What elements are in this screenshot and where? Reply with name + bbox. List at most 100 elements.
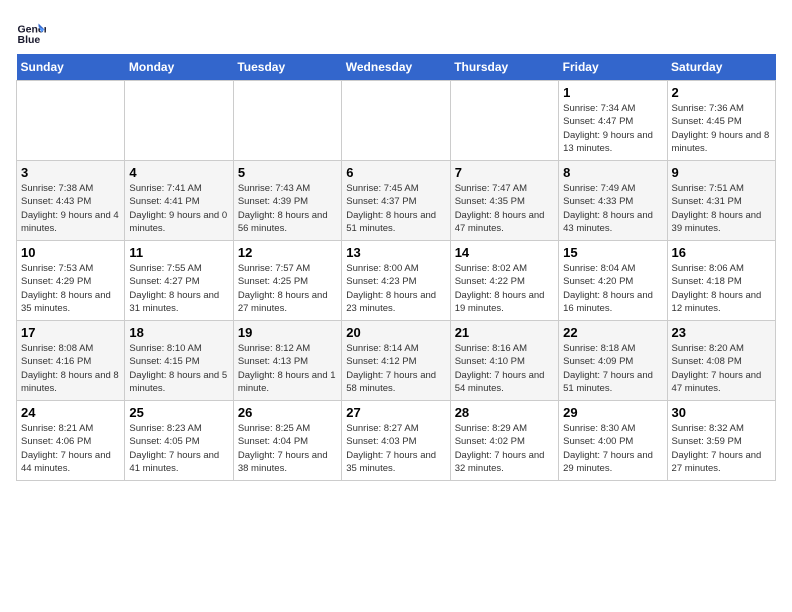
day-number: 28 [455,405,554,420]
day-info: Sunrise: 8:18 AM Sunset: 4:09 PM Dayligh… [563,342,662,395]
day-number: 18 [129,325,228,340]
column-header-friday: Friday [559,54,667,81]
day-number: 16 [672,245,771,260]
day-info: Sunrise: 8:30 AM Sunset: 4:00 PM Dayligh… [563,422,662,475]
day-cell: 11 Sunrise: 7:55 AM Sunset: 4:27 PM Dayli… [125,241,233,321]
day-number: 3 [21,165,120,180]
day-cell: 4Sunrise: 7:41 AM Sunset: 4:41 PM Daylig… [125,161,233,241]
day-cell: 8 Sunrise: 7:49 AM Sunset: 4:33 PM Daylig… [559,161,667,241]
day-cell: 29 Sunrise: 8:30 AM Sunset: 4:00 PM Dayli… [559,401,667,481]
day-cell: 10 Sunrise: 7:53 AM Sunset: 4:29 PM Dayli… [17,241,125,321]
day-number: 30 [672,405,771,420]
day-info: Sunrise: 8:21 AM Sunset: 4:06 PM Dayligh… [21,422,120,475]
week-row-3: 10 Sunrise: 7:53 AM Sunset: 4:29 PM Dayli… [17,241,776,321]
column-header-tuesday: Tuesday [233,54,341,81]
day-number: 29 [563,405,662,420]
day-cell: 19 Sunrise: 8:12 AM Sunset: 4:13 PM Dayli… [233,321,341,401]
day-cell [17,81,125,161]
day-number: 9 [672,165,771,180]
day-number: 14 [455,245,554,260]
day-info: Sunrise: 8:27 AM Sunset: 4:03 PM Dayligh… [346,422,445,475]
day-number: 2 [672,85,771,100]
day-number: 23 [672,325,771,340]
day-cell: 12 Sunrise: 7:57 AM Sunset: 4:25 PM Dayli… [233,241,341,321]
day-cell: 22 Sunrise: 8:18 AM Sunset: 4:09 PM Dayli… [559,321,667,401]
day-cell: 26 Sunrise: 8:25 AM Sunset: 4:04 PM Dayli… [233,401,341,481]
day-cell: 7 Sunrise: 7:47 AM Sunset: 4:35 PM Daylig… [450,161,558,241]
day-info: Sunrise: 8:04 AM Sunset: 4:20 PM Dayligh… [563,262,662,315]
logo-icon: General Blue [16,16,46,46]
day-cell: 9Sunrise: 7:51 AM Sunset: 4:31 PM Daylig… [667,161,775,241]
week-row-5: 24Sunrise: 8:21 AM Sunset: 4:06 PM Dayli… [17,401,776,481]
day-cell: 27 Sunrise: 8:27 AM Sunset: 4:03 PM Dayli… [342,401,450,481]
day-info: Sunrise: 8:20 AM Sunset: 4:08 PM Dayligh… [672,342,771,395]
day-info: Sunrise: 8:32 AM Sunset: 3:59 PM Dayligh… [672,422,771,475]
day-cell: 6Sunrise: 7:45 AM Sunset: 4:37 PM Daylig… [342,161,450,241]
day-number: 11 [129,245,228,260]
day-number: 21 [455,325,554,340]
day-cell [342,81,450,161]
column-header-saturday: Saturday [667,54,775,81]
logo: General Blue [16,16,50,46]
column-header-thursday: Thursday [450,54,558,81]
day-number: 22 [563,325,662,340]
day-info: Sunrise: 8:02 AM Sunset: 4:22 PM Dayligh… [455,262,554,315]
calendar-table: SundayMondayTuesdayWednesdayThursdayFrid… [16,54,776,481]
day-cell: 2 Sunrise: 7:36 AM Sunset: 4:45 PM Daylig… [667,81,775,161]
day-cell: 23 Sunrise: 8:20 AM Sunset: 4:08 PM Dayli… [667,321,775,401]
column-header-monday: Monday [125,54,233,81]
day-number: 7 [455,165,554,180]
day-number: 17 [21,325,120,340]
day-number: 13 [346,245,445,260]
day-cell [450,81,558,161]
day-number: 27 [346,405,445,420]
day-info: Sunrise: 7:55 AM Sunset: 4:27 PM Dayligh… [129,262,228,315]
day-info: Sunrise: 8:14 AM Sunset: 4:12 PM Dayligh… [346,342,445,395]
day-info: Sunrise: 7:47 AM Sunset: 4:35 PM Dayligh… [455,182,554,235]
svg-text:Blue: Blue [18,34,41,46]
day-info: Sunrise: 7:57 AM Sunset: 4:25 PM Dayligh… [238,262,337,315]
day-number: 20 [346,325,445,340]
page-header: General Blue [16,16,776,46]
day-cell: 24Sunrise: 8:21 AM Sunset: 4:06 PM Dayli… [17,401,125,481]
day-number: 5 [238,165,337,180]
day-info: Sunrise: 7:38 AM Sunset: 4:43 PM Dayligh… [21,182,120,235]
column-header-sunday: Sunday [17,54,125,81]
day-cell: 1 Sunrise: 7:34 AM Sunset: 4:47 PM Daylig… [559,81,667,161]
day-info: Sunrise: 7:36 AM Sunset: 4:45 PM Dayligh… [672,102,771,155]
day-info: Sunrise: 8:08 AM Sunset: 4:16 PM Dayligh… [21,342,120,395]
day-info: Sunrise: 7:43 AM Sunset: 4:39 PM Dayligh… [238,182,337,235]
week-row-1: 1 Sunrise: 7:34 AM Sunset: 4:47 PM Daylig… [17,81,776,161]
day-info: Sunrise: 8:25 AM Sunset: 4:04 PM Dayligh… [238,422,337,475]
day-info: Sunrise: 8:12 AM Sunset: 4:13 PM Dayligh… [238,342,337,395]
day-cell: 21Sunrise: 8:16 AM Sunset: 4:10 PM Dayli… [450,321,558,401]
day-number: 19 [238,325,337,340]
day-cell: 20 Sunrise: 8:14 AM Sunset: 4:12 PM Dayli… [342,321,450,401]
day-cell: 18Sunrise: 8:10 AM Sunset: 4:15 PM Dayli… [125,321,233,401]
day-info: Sunrise: 7:53 AM Sunset: 4:29 PM Dayligh… [21,262,120,315]
day-number: 8 [563,165,662,180]
day-info: Sunrise: 8:06 AM Sunset: 4:18 PM Dayligh… [672,262,771,315]
day-info: Sunrise: 7:41 AM Sunset: 4:41 PM Dayligh… [129,182,228,235]
day-number: 10 [21,245,120,260]
day-info: Sunrise: 7:34 AM Sunset: 4:47 PM Dayligh… [563,102,662,155]
day-cell: 17 Sunrise: 8:08 AM Sunset: 4:16 PM Dayli… [17,321,125,401]
day-cell: 13Sunrise: 8:00 AM Sunset: 4:23 PM Dayli… [342,241,450,321]
day-number: 26 [238,405,337,420]
day-cell: 30 Sunrise: 8:32 AM Sunset: 3:59 PM Dayli… [667,401,775,481]
day-info: Sunrise: 8:29 AM Sunset: 4:02 PM Dayligh… [455,422,554,475]
day-info: Sunrise: 7:45 AM Sunset: 4:37 PM Dayligh… [346,182,445,235]
day-cell: 25 Sunrise: 8:23 AM Sunset: 4:05 PM Dayli… [125,401,233,481]
day-number: 12 [238,245,337,260]
day-cell: 14 Sunrise: 8:02 AM Sunset: 4:22 PM Dayli… [450,241,558,321]
day-cell [125,81,233,161]
day-info: Sunrise: 8:23 AM Sunset: 4:05 PM Dayligh… [129,422,228,475]
day-number: 1 [563,85,662,100]
day-cell: 28 Sunrise: 8:29 AM Sunset: 4:02 PM Dayli… [450,401,558,481]
day-number: 25 [129,405,228,420]
day-cell: 16 Sunrise: 8:06 AM Sunset: 4:18 PM Dayli… [667,241,775,321]
week-row-2: 3 Sunrise: 7:38 AM Sunset: 4:43 PM Daylig… [17,161,776,241]
day-number: 15 [563,245,662,260]
day-cell: 5 Sunrise: 7:43 AM Sunset: 4:39 PM Daylig… [233,161,341,241]
day-info: Sunrise: 7:49 AM Sunset: 4:33 PM Dayligh… [563,182,662,235]
